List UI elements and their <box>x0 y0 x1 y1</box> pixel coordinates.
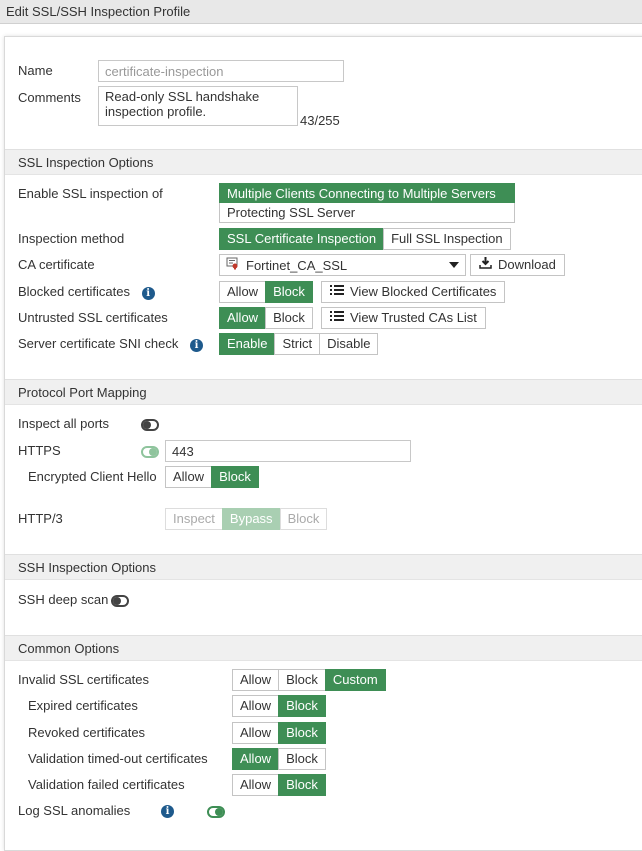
chevron-down-icon <box>449 262 459 268</box>
sni-check-text: Server certificate SNI check <box>18 336 179 351</box>
http3-bypass[interactable]: Bypass <box>221 508 281 530</box>
name-label: Name <box>18 63 53 78</box>
ca-certificate-select[interactable]: Fortinet_CA_SSL <box>219 254 466 276</box>
info-icon[interactable]: i <box>141 287 155 300</box>
revoked-certificates-label: Revoked certificates <box>28 725 146 740</box>
blocked-block[interactable]: Block <box>265 281 313 303</box>
inspection-method-toggle: SSL Certificate Inspection Full SSL Insp… <box>219 228 511 250</box>
http3-block[interactable]: Block <box>279 508 328 530</box>
option-protecting-server[interactable]: Protecting SSL Server <box>219 203 515 223</box>
method-full-inspection[interactable]: Full SSL Inspection <box>383 228 511 250</box>
section-common-options: Common Options <box>5 635 642 661</box>
comments-textarea[interactable]: Read-only SSL handshake inspection profi… <box>98 86 298 126</box>
failed-certificates-label: Validation failed certificates <box>28 777 185 792</box>
method-certificate-inspection[interactable]: SSL Certificate Inspection <box>219 228 385 250</box>
view-blocked-label: View Blocked Certificates <box>350 284 497 299</box>
invalid-block[interactable]: Block <box>278 669 326 691</box>
http3-label: HTTP/3 <box>18 511 63 526</box>
sni-check-toggle: Enable Strict Disable <box>219 333 379 355</box>
expired-block[interactable]: Block <box>278 695 326 717</box>
inspect-all-ports-toggle[interactable] <box>141 419 159 431</box>
enable-ssl-label: Enable SSL inspection of <box>18 186 163 201</box>
inspection-method-label: Inspection method <box>18 231 125 246</box>
revoked-block[interactable]: Block <box>278 722 326 744</box>
download-label: Download <box>498 257 556 272</box>
expired-certificates-label: Expired certificates <box>28 698 138 713</box>
untrusted-certificates-label: Untrusted SSL certificates <box>18 310 168 325</box>
ech-label: Encrypted Client Hello <box>28 469 157 484</box>
http3-inspect[interactable]: Inspect <box>165 508 223 530</box>
invalid-certificates-toggle: Allow Block Custom <box>232 669 386 691</box>
untrusted-block[interactable]: Block <box>265 307 313 329</box>
info-icon[interactable]: i <box>161 805 174 818</box>
view-blocked-certificates-button[interactable]: View Blocked Certificates <box>321 281 506 303</box>
enable-ssl-options: Multiple Clients Connecting to Multiple … <box>219 183 515 223</box>
view-trusted-label: View Trusted CAs List <box>350 310 477 325</box>
list-icon <box>330 308 344 328</box>
option-multiple-clients[interactable]: Multiple Clients Connecting to Multiple … <box>219 183 515 203</box>
invalid-certificates-label: Invalid SSL certificates <box>18 672 150 687</box>
revoked-certificates-toggle: Allow Block <box>232 722 326 744</box>
sni-enable[interactable]: Enable <box>219 333 276 355</box>
download-button[interactable]: Download <box>470 254 565 276</box>
sni-disable[interactable]: Disable <box>319 333 379 355</box>
log-ssl-anomalies-toggle[interactable] <box>207 806 225 818</box>
failed-certificates-toggle: Allow Block <box>232 774 326 796</box>
invalid-allow[interactable]: Allow <box>232 669 280 691</box>
name-input[interactable]: certificate-inspection <box>98 60 344 82</box>
revoked-allow[interactable]: Allow <box>232 722 280 744</box>
untrusted-allow[interactable]: Allow <box>219 307 267 329</box>
ssh-deep-scan-label: SSH deep scan <box>18 592 109 607</box>
comments-counter: 43/255 <box>300 113 340 128</box>
section-ssl-inspection: SSL Inspection Options <box>5 149 642 175</box>
http3-toggle: Inspect Bypass Block <box>165 508 328 530</box>
expired-allow[interactable]: Allow <box>232 695 280 717</box>
view-trusted-cas-button[interactable]: View Trusted CAs List <box>321 307 486 329</box>
list-icon <box>330 282 344 302</box>
ech-toggle: Allow Block <box>165 466 259 488</box>
ca-certificate-label: CA certificate <box>18 257 95 272</box>
ca-certificate-value: Fortinet_CA_SSL <box>246 257 348 273</box>
https-toggle[interactable] <box>141 446 159 458</box>
https-port-input[interactable]: 443 <box>165 440 411 462</box>
https-label: HTTPS <box>18 443 61 458</box>
certificate-icon <box>226 257 239 273</box>
ech-block[interactable]: Block <box>211 466 259 488</box>
failed-allow[interactable]: Allow <box>232 774 280 796</box>
section-ssh-inspection: SSH Inspection Options <box>5 554 642 580</box>
section-protocol-port-mapping: Protocol Port Mapping <box>5 379 642 405</box>
timeout-certificates-label: Validation timed-out certificates <box>28 751 208 766</box>
blocked-certificates-text: Blocked certificates <box>18 284 130 299</box>
blocked-certificates-label: Blocked certificates i <box>18 284 155 300</box>
ech-allow[interactable]: Allow <box>165 466 213 488</box>
expired-certificates-toggle: Allow Block <box>232 695 326 717</box>
download-icon <box>479 255 492 275</box>
sni-check-label: Server certificate SNI check i <box>18 336 204 352</box>
blocked-certificates-toggle: Allow Block <box>219 281 313 303</box>
sni-strict[interactable]: Strict <box>274 333 321 355</box>
invalid-custom[interactable]: Custom <box>324 669 386 691</box>
failed-block[interactable]: Block <box>278 774 326 796</box>
timeout-allow[interactable]: Allow <box>232 748 280 770</box>
timeout-block[interactable]: Block <box>278 748 326 770</box>
comments-label: Comments <box>18 90 81 105</box>
blocked-allow[interactable]: Allow <box>219 281 267 303</box>
untrusted-certificates-toggle: Allow Block <box>219 307 313 329</box>
profile-form: Name certificate-inspection Comments Rea… <box>4 36 642 851</box>
info-icon[interactable]: i <box>190 339 204 352</box>
inspect-all-ports-label: Inspect all ports <box>18 416 110 431</box>
timeout-certificates-toggle: Allow Block <box>232 748 326 770</box>
log-ssl-anomalies-label: Log SSL anomalies <box>18 803 131 818</box>
ssh-deep-scan-toggle[interactable] <box>111 595 129 607</box>
window-title: Edit SSL/SSH Inspection Profile <box>0 0 642 24</box>
